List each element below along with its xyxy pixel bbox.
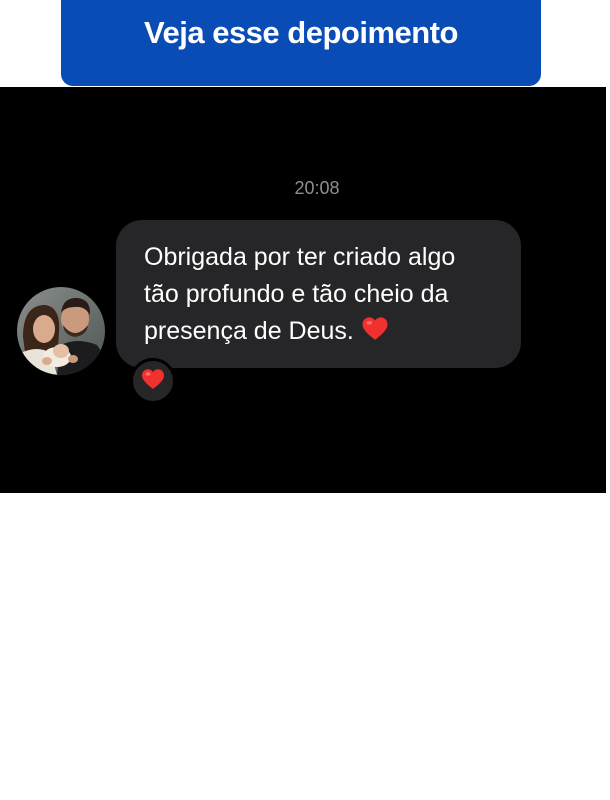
chat-screenshot: 20:08 Obrigada por ter criado algo tão p… [0,87,606,493]
avatar-photo [17,287,105,375]
message-line-1: Obrigada por ter criado algo [144,243,456,271]
reaction-badge[interactable] [130,358,176,404]
message-line-3: presença de Deus. [144,317,361,345]
avatar[interactable] [17,287,105,375]
message-timestamp: 20:08 [294,178,340,198]
message-bubble[interactable]: Obrigada por ter criado algo tão profund… [116,220,521,368]
heart-emoji-icon [361,315,389,352]
banner-title: Veja esse depoimento [144,15,458,50]
message-text: Obrigada por ter criado algo tão profund… [144,239,493,352]
header-banner: Veja esse depoimento [61,0,541,86]
heart-icon [141,368,165,395]
message-line-2: tão profundo e tão cheio da [144,280,449,308]
